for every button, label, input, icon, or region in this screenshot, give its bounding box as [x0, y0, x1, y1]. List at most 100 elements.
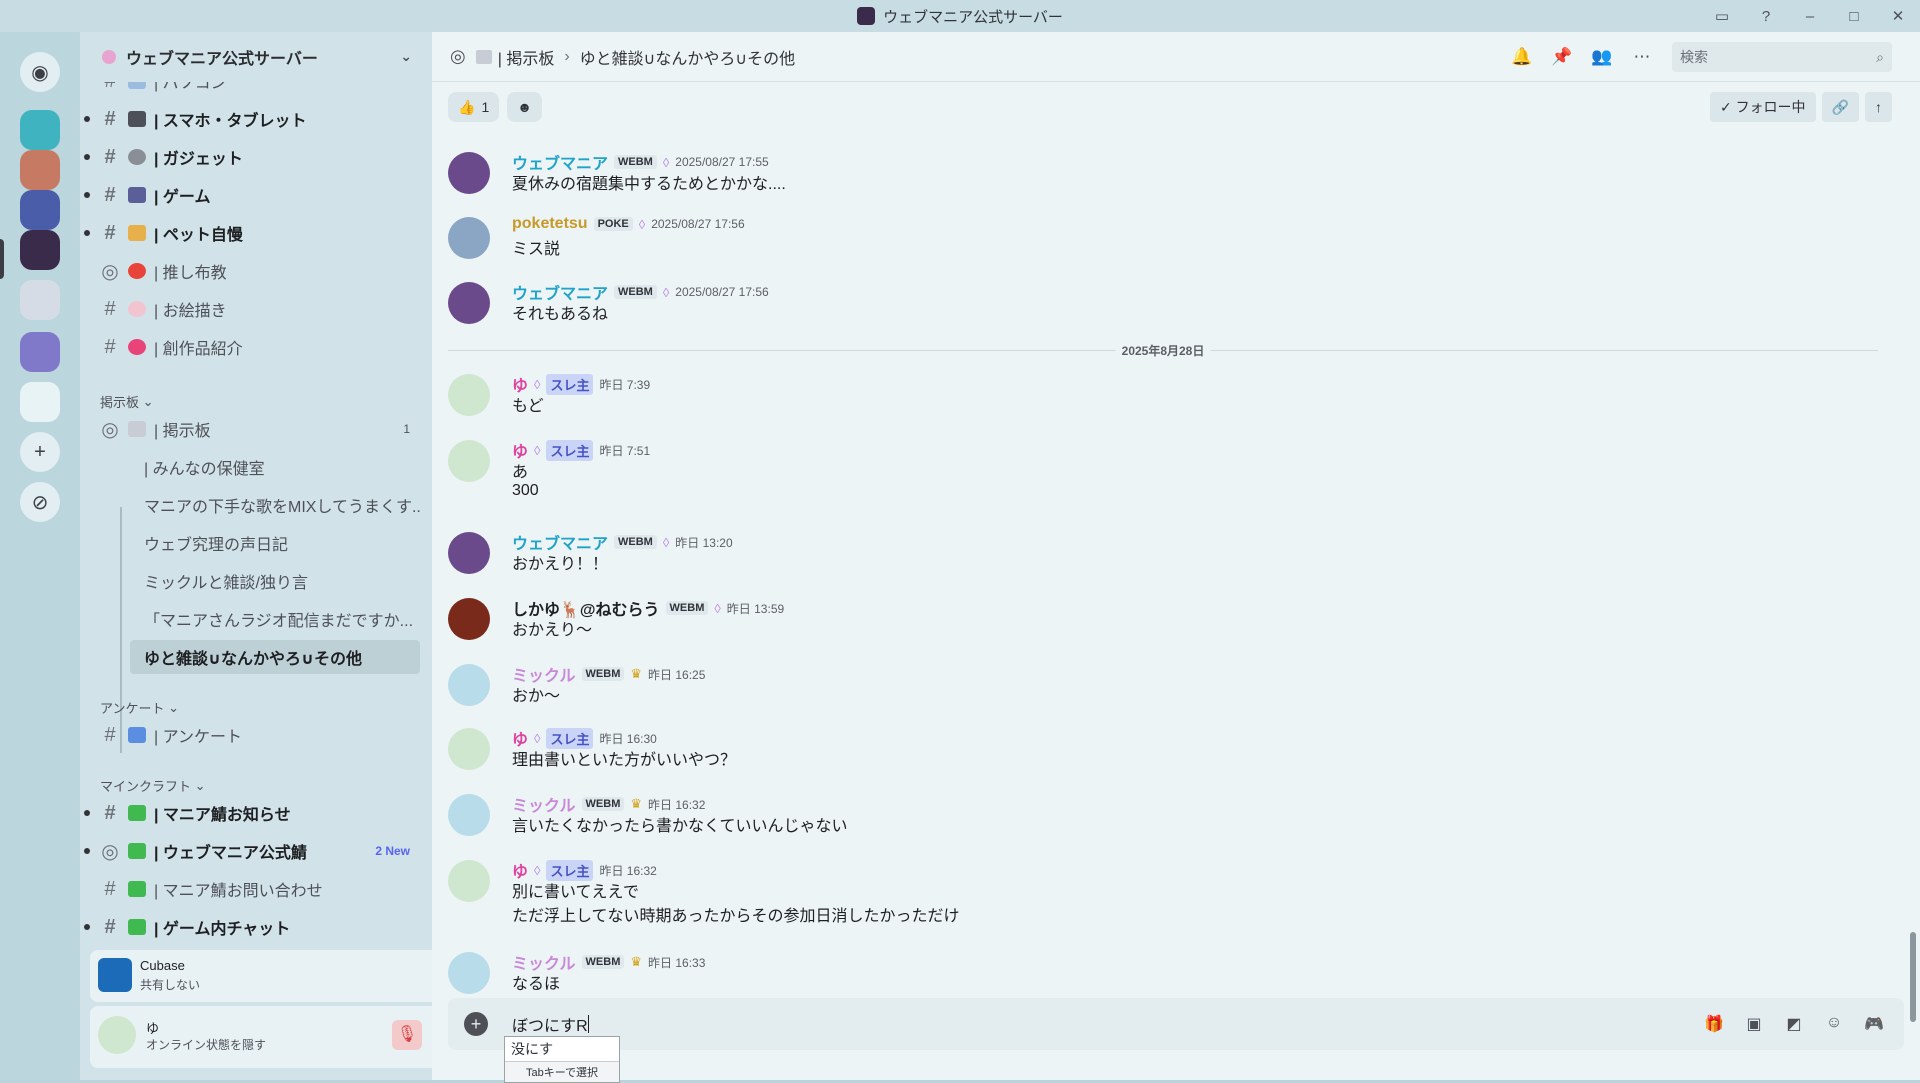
maximize-button[interactable]: □: [1832, 8, 1876, 25]
avatar[interactable]: [448, 282, 490, 324]
hash-icon: #: [104, 877, 116, 900]
arrow-up-icon[interactable]: ↑: [1865, 92, 1892, 122]
channel-gadget[interactable]: # | ガジェット: [84, 140, 420, 174]
server-icon-1[interactable]: [20, 110, 60, 150]
check-icon: [128, 919, 146, 935]
minimize-button[interactable]: –: [1788, 8, 1832, 25]
activity-app: Cubase: [140, 958, 185, 973]
channel-drawing[interactable]: # | お絵描き: [98, 292, 420, 326]
avatar[interactable]: [448, 728, 490, 770]
search-input[interactable]: 検索 ⌕: [1672, 42, 1892, 72]
username[interactable]: poketetsu: [512, 215, 588, 233]
more-icon[interactable]: ⋯: [1622, 47, 1662, 67]
server-icon-7[interactable]: [20, 382, 60, 422]
avatar[interactable]: [448, 794, 490, 836]
user-tag: スレ主: [546, 439, 594, 461]
composer-text[interactable]: ぼつにすR: [512, 1012, 588, 1036]
message-item[interactable]: ミックル WEBM ♛ 昨日 16:32 言いたくなかったら書かなくていいんじゃない: [448, 792, 1878, 852]
channel-smartphone[interactable]: # | スマホ・タブレット: [84, 102, 420, 136]
channel-game[interactable]: # | ゲーム: [84, 178, 420, 212]
active-server-pill: [0, 239, 4, 279]
channel-board[interactable]: ◎ | 掲示板 1: [98, 412, 420, 446]
ime-candidate[interactable]: 没にす: [505, 1037, 619, 1062]
message-item[interactable]: しかゆ🦌@ねむらう WEBM ◊ 昨日 13:59 おかえり～: [448, 596, 1878, 656]
gif-icon[interactable]: ▣: [1734, 1014, 1774, 1034]
channel-pc[interactable]: # | パソコン: [98, 82, 420, 98]
channel-mc-contact[interactable]: # | マニア鯖お問い合わせ: [98, 872, 420, 906]
message-item[interactable]: ゆ ◊ スレ主 昨日 7:39 もど: [448, 372, 1878, 432]
bell-icon[interactable]: 🔔: [1502, 47, 1542, 67]
avatar[interactable]: [448, 440, 490, 482]
channel-list: # | パソコン # | スマホ・タブレット # | ガジェット # | ゲーム # | …: [80, 82, 432, 982]
server-icon-6[interactable]: [20, 332, 60, 372]
thread-header: ◎ | 掲示板 › ゆと雑談∪なんかやろ∪その他 🔔 📌 👥 ⋯ 検索 ⌕: [432, 32, 1920, 82]
message-item[interactable]: ミックル WEBM ♛ 昨日 16:25 おか～: [448, 662, 1878, 722]
thread-item[interactable]: マニアの下手な歌をMIXしてうまくす...: [130, 488, 420, 522]
message-item[interactable]: ゆ ◊ スレ主 昨日 7:51 あ 300: [448, 438, 1878, 499]
message-item[interactable]: ウェブマニア WEBM ◊ 2025/08/27 17:55 夏休みの宿題集中するためと…: [448, 150, 1878, 210]
avatar[interactable]: [448, 152, 490, 194]
discover-icon[interactable]: ⊘: [20, 482, 60, 522]
link-icon[interactable]: 🔗: [1821, 92, 1859, 122]
close-button[interactable]: ✕: [1876, 7, 1920, 25]
channel-mc-official[interactable]: ◎ | ウェブマニア公式鯖 2 New: [84, 834, 420, 868]
server-icon-5[interactable]: [20, 280, 60, 320]
category-label: 掲示板: [100, 395, 140, 410]
avatar[interactable]: [448, 598, 490, 640]
category-survey[interactable]: アンケート ⌄: [100, 698, 179, 717]
sticker-icon[interactable]: ◩: [1774, 1014, 1814, 1034]
channel-oshi[interactable]: ◎ | 推し布教: [98, 254, 420, 288]
discord-home-icon[interactable]: ◉: [20, 52, 60, 92]
message-item[interactable]: ウェブマニア WEBM ◊ 2025/08/27 17:56 それもあるね: [448, 280, 1878, 340]
message-item[interactable]: ゆ ◊ スレ主 昨日 16:30 理由書いといた方がいいやつ？: [448, 726, 1878, 786]
gift-icon[interactable]: 🎁: [1694, 1014, 1734, 1034]
avatar[interactable]: [448, 664, 490, 706]
avatar[interactable]: [448, 860, 490, 902]
channel-mc-news[interactable]: # | マニア鯖お知らせ: [84, 796, 420, 830]
role-icon: ◊: [534, 730, 541, 746]
help-icon[interactable]: ?: [1744, 8, 1788, 25]
channel-mc-chat[interactable]: # | ゲーム内チャット: [84, 910, 420, 944]
server-icon-2[interactable]: [20, 150, 60, 190]
channel-label: | 創作品紹介: [154, 341, 243, 358]
add-reaction-button[interactable]: ☻: [507, 92, 542, 122]
thread-item-selected[interactable]: ゆと雑談∪なんかやろ∪その他: [130, 640, 420, 674]
add-server-icon[interactable]: +: [20, 432, 60, 472]
category-board[interactable]: 掲示板 ⌄: [100, 392, 154, 411]
activities-icon[interactable]: 🎮: [1854, 1014, 1894, 1034]
pin-icon[interactable]: 📌: [1542, 47, 1582, 67]
emoji-icon[interactable]: ☺: [1814, 1014, 1854, 1034]
channel-creation[interactable]: # | 創作品紹介: [98, 330, 420, 364]
avatar[interactable]: [448, 532, 490, 574]
mic-muted-icon[interactable]: 🎙: [392, 1020, 422, 1050]
channel-survey[interactable]: # | アンケート: [98, 718, 420, 752]
hash-icon: #: [104, 107, 116, 130]
thread-item[interactable]: ミックルと雑談/独り言: [130, 564, 420, 598]
channel-pet[interactable]: # | ペット自慢: [84, 216, 420, 250]
thread-item[interactable]: ウェブ究理の声日記: [130, 526, 420, 560]
message-item[interactable]: ウェブマニア WEBM ◊ 昨日 13:20 おかえり！！: [448, 530, 1878, 590]
message-header: poketetsu POKE ◊ 2025/08/27 17:56: [512, 215, 745, 233]
message-composer[interactable]: + ぼつにすR 🎁 ▣ ◩ ☺ 🎮: [448, 998, 1904, 1050]
thread-view: ◎ | 掲示板 › ゆと雑談∪なんかやろ∪その他 🔔 📌 👥 ⋯ 検索 ⌕ 👍 1…: [432, 32, 1920, 1080]
server-icon-webmania[interactable]: [20, 230, 60, 270]
attach-plus-icon[interactable]: +: [464, 1012, 488, 1036]
category-minecraft[interactable]: マインクラフト ⌄: [100, 776, 206, 795]
inbox-icon[interactable]: ▭: [1700, 7, 1744, 25]
avatar[interactable]: [448, 374, 490, 416]
thread-item[interactable]: | みんなの保健室: [130, 450, 420, 484]
avatar[interactable]: [448, 952, 490, 994]
avatar[interactable]: [98, 1016, 136, 1054]
reaction-thumbs-up[interactable]: 👍 1: [448, 92, 500, 122]
scrollbar[interactable]: [1910, 932, 1916, 1022]
server-header[interactable]: ウェブマニア公式サーバー ⌄: [80, 32, 432, 82]
server-icon-3[interactable]: [20, 190, 60, 230]
message-item[interactable]: poketetsu POKE ◊ 2025/08/27 17:56 ミス説: [448, 215, 1878, 275]
message-item[interactable]: ゆ ◊ スレ主 昨日 16:32 別に書いてええで ただ浮上してない時期あったからその参加…: [448, 858, 1878, 925]
members-icon[interactable]: 👥: [1582, 47, 1622, 67]
breadcrumb-parent[interactable]: | 掲示板: [498, 45, 555, 69]
check-icon: [128, 805, 146, 821]
avatar[interactable]: [448, 217, 490, 259]
follow-button[interactable]: ✓ フォロー中: [1709, 92, 1816, 122]
thread-item[interactable]: 「マニアさんラジオ配信まだですか...: [130, 602, 420, 636]
